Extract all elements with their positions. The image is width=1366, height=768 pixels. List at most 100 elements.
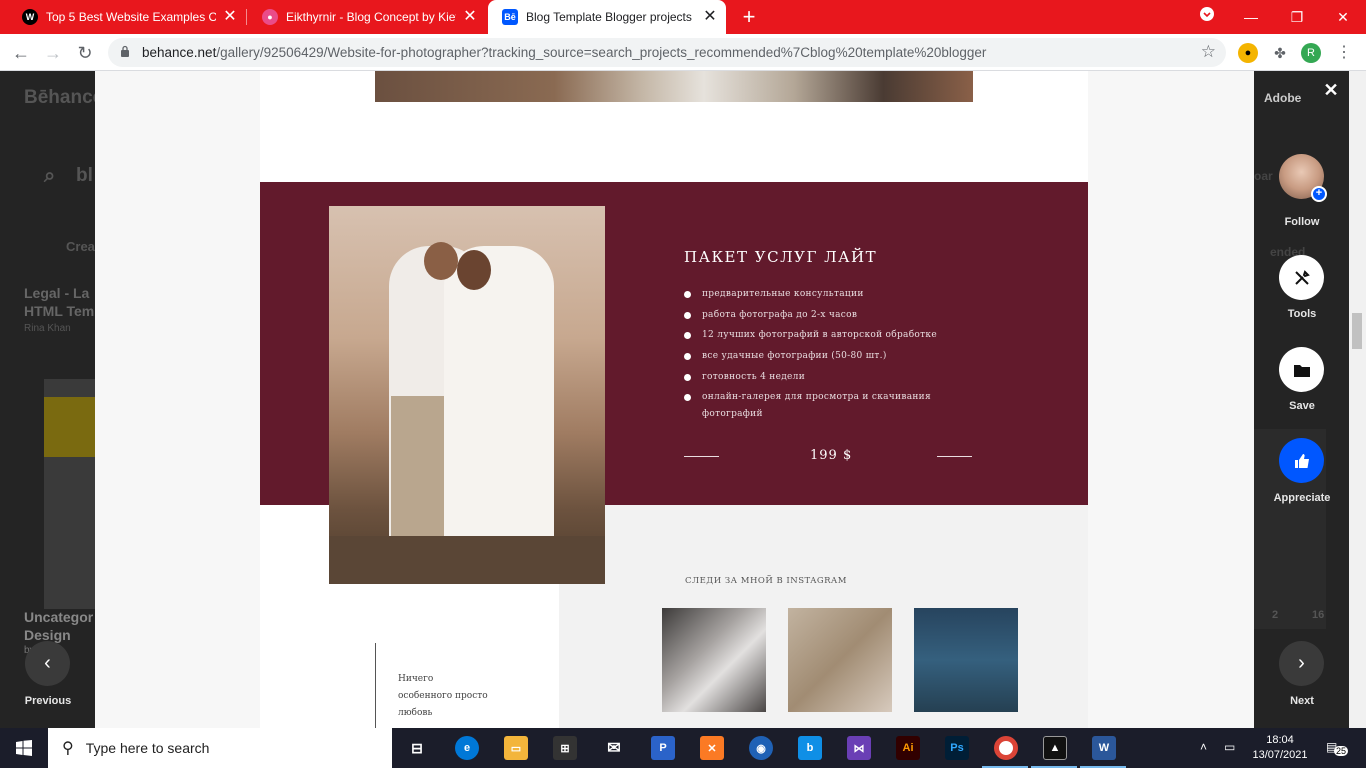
menu-dots-icon[interactable]: ⋮ (1334, 43, 1354, 63)
photoshop-icon[interactable]: Ps (945, 736, 969, 760)
date: 13/07/2021 (1252, 749, 1308, 761)
follow-plus-icon[interactable]: + (1311, 186, 1327, 202)
maximize-button[interactable]: ❐ (1274, 0, 1320, 34)
dribbble-icon: ● (262, 9, 278, 25)
illustrator-icon[interactable]: Ai (896, 736, 920, 760)
close-tab-icon[interactable]: ✕ (222, 9, 238, 25)
follow-label[interactable]: Follow (1264, 216, 1340, 228)
chrome-icon[interactable] (994, 736, 1018, 760)
bg-card-author: Rina Khan (24, 323, 71, 334)
app-icon[interactable]: b (798, 736, 822, 760)
close-tab-icon[interactable]: ✕ (702, 9, 718, 25)
scrollbar-thumb[interactable] (1352, 313, 1362, 349)
previous-label: Previous (24, 695, 72, 707)
bg-create-label: Crea (66, 239, 95, 254)
bg-card-title: Uncategor (24, 609, 94, 625)
bg-card-thumb (44, 397, 95, 457)
tab-title: Blog Template Blogger projects | (526, 10, 696, 24)
close-tab-icon[interactable]: ✕ (462, 9, 478, 25)
profile-avatar[interactable]: R (1301, 43, 1321, 63)
word-icon[interactable]: W (1092, 736, 1116, 760)
forward-button[interactable]: → (40, 40, 66, 66)
page: Bēhance ⌕ bl Crea Legal - La HTML Tem Ri… (0, 71, 1366, 728)
appreciate-button[interactable] (1279, 438, 1324, 483)
lock-icon (121, 45, 129, 57)
close-window-button[interactable]: ✕ (1320, 0, 1366, 34)
chevron-up-icon[interactable]: ˄ (1200, 740, 1207, 754)
list-item: работа фотографа до 2-х часов (684, 307, 954, 324)
bg-text-snippet: oar (1254, 169, 1273, 183)
list-item: все удачные фотографии (50-80 шт.) (684, 348, 954, 365)
next-label: Next (1290, 695, 1314, 707)
package-price: 199 $ (810, 448, 853, 463)
visual-studio-icon[interactable]: ⋈ (847, 736, 871, 760)
firefox-icon[interactable]: ◉ (749, 736, 773, 760)
bg-stat: 16 (1312, 609, 1325, 621)
search-icon: ⌕ (44, 165, 56, 187)
taskbar-search[interactable]: ⚲ Type here to search (48, 728, 392, 768)
package-title: ПАКЕТ УСЛУГ ЛАЙТ (684, 248, 878, 266)
tab-2[interactable]: ● Eikthyrnir - Blog Concept by Kiet ✕ (248, 0, 486, 34)
save-label: Save (1289, 400, 1315, 412)
instagram-photo (914, 608, 1018, 712)
reload-button[interactable]: ↻ (72, 40, 98, 66)
clock[interactable]: 18:04 13/07/2021 (1250, 733, 1310, 763)
chevron-down-icon (1200, 7, 1214, 21)
tab-title: Top 5 Best Website Examples Of (46, 10, 216, 24)
thumbs-up-icon (1294, 453, 1309, 468)
url-text: behance.net/gallery/92506429/Website-for… (142, 45, 987, 60)
tools-button[interactable] (1279, 255, 1324, 300)
behance-icon: Bē (502, 9, 518, 25)
minimize-button[interactable]: — (1228, 0, 1274, 34)
tab-3[interactable]: Bē Blog Template Blogger projects | ✕ (488, 0, 726, 34)
windows-icon (16, 740, 32, 756)
address-bar[interactable]: behance.net/gallery/92506429/Website-for… (108, 38, 1226, 67)
edge-icon[interactable]: e (455, 736, 479, 760)
mail-icon[interactable]: ✉ (602, 736, 626, 760)
tab-1[interactable]: W Top 5 Best Website Examples Of ✕ (8, 0, 246, 34)
browser-toolbar: ← → ↻ behance.net/gallery/92506429/Websi… (0, 34, 1366, 71)
tab-search-button[interactable] (1184, 0, 1230, 34)
close-icon[interactable]: ✕ (1320, 79, 1342, 101)
project-icon[interactable]: P (651, 736, 675, 760)
divider (684, 456, 719, 457)
new-tab-button[interactable]: + (738, 6, 760, 28)
scrollbar[interactable] (1349, 71, 1366, 728)
bg-stat: 2 (1272, 609, 1279, 621)
task-view-icon[interactable]: ⊟ (405, 736, 429, 760)
start-button[interactable] (0, 728, 48, 768)
back-button[interactable]: ← (8, 40, 34, 66)
photos-icon[interactable]: ▲ (1043, 736, 1067, 760)
previous-button[interactable]: ‹ (25, 641, 70, 686)
store-icon[interactable]: ⊞ (553, 736, 577, 760)
battery-icon[interactable]: ▭ (1224, 740, 1235, 754)
tools-label: Tools (1287, 308, 1317, 320)
tab-separator (246, 9, 247, 25)
bookmark-star-icon[interactable]: ☆ (1201, 42, 1216, 62)
bg-card-title: HTML Tem (24, 303, 95, 319)
save-button[interactable] (1279, 347, 1324, 392)
next-button[interactable]: › (1279, 641, 1324, 686)
file-explorer-icon[interactable]: ▭ (504, 736, 528, 760)
price-row: 199 $ (684, 447, 972, 467)
quote-rule (375, 643, 376, 728)
list-item: предварительные консультации (684, 286, 954, 303)
bg-search-text: bl (76, 165, 93, 186)
extension-icon[interactable]: ● (1238, 43, 1258, 63)
puzzle-extensions-icon[interactable]: ✤ (1270, 43, 1290, 63)
search-icon: ⚲ (62, 740, 74, 757)
avatar[interactable]: + (1279, 154, 1327, 202)
tab-title: Eikthyrnir - Blog Concept by Kiet (286, 10, 456, 24)
quote-text: Ничего особенного просто любовь (398, 674, 488, 718)
folder-icon (1293, 364, 1310, 377)
xampp-icon[interactable]: ✕ (700, 736, 724, 760)
package-list: предварительные консультации работа фото… (684, 286, 954, 427)
list-item: онлайн-галерея для просмотра и скачивани… (684, 389, 954, 423)
adobe-badge: Adobe (1264, 91, 1302, 105)
behance-logo: Bēhance (24, 87, 104, 108)
instagram-photo (662, 608, 766, 712)
instagram-title: СЛЕДИ ЗА МНОЙ В INSTAGRAM (685, 576, 847, 586)
tools-icon (1294, 269, 1310, 285)
notification-count: 25 (1334, 746, 1349, 756)
project-viewer: ПАКЕТ УСЛУГ ЛАЙТ предварительные консуль… (95, 71, 1254, 728)
